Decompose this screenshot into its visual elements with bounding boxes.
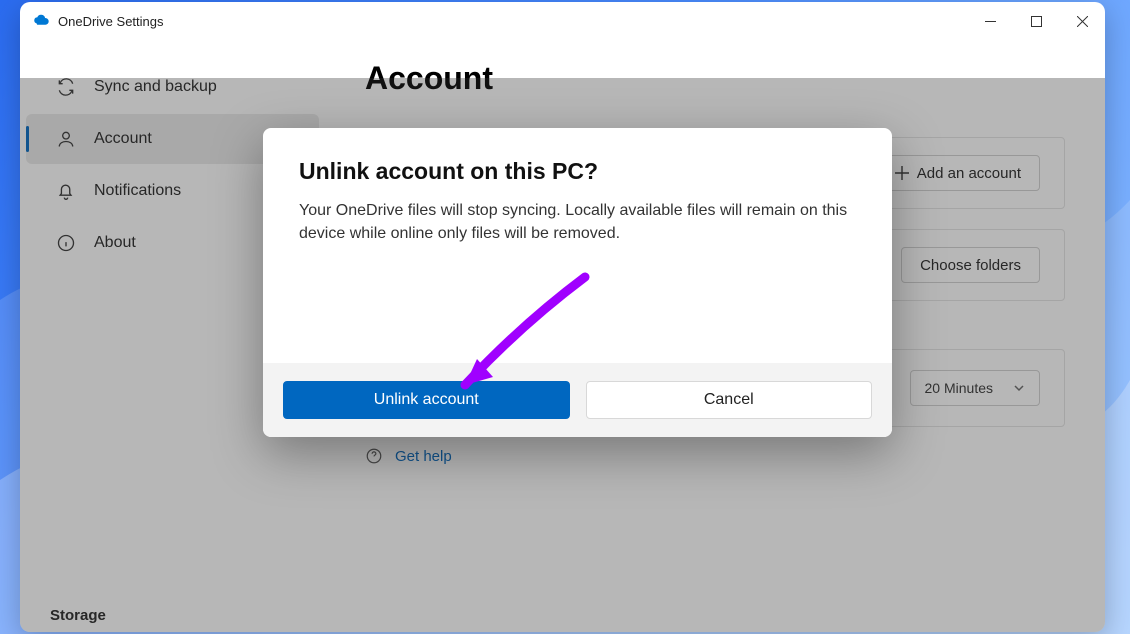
settings-window: OneDrive Settings Sync and backup Accoun… — [20, 2, 1105, 632]
modal-description: Your OneDrive files will stop syncing. L… — [299, 199, 856, 245]
window-controls — [967, 2, 1105, 40]
modal-footer: Unlink account Cancel — [263, 363, 892, 437]
maximize-button[interactable] — [1013, 2, 1059, 40]
minimize-button[interactable] — [967, 2, 1013, 40]
onedrive-icon — [32, 12, 50, 30]
window-title: OneDrive Settings — [58, 14, 164, 29]
unlink-account-button[interactable]: Unlink account — [283, 381, 570, 419]
unlink-modal: Unlink account on this PC? Your OneDrive… — [263, 128, 892, 437]
titlebar: OneDrive Settings — [20, 2, 1105, 40]
modal-title: Unlink account on this PC? — [299, 158, 856, 185]
modal-body: Unlink account on this PC? Your OneDrive… — [263, 128, 892, 363]
close-button[interactable] — [1059, 2, 1105, 40]
cancel-button[interactable]: Cancel — [586, 381, 873, 419]
